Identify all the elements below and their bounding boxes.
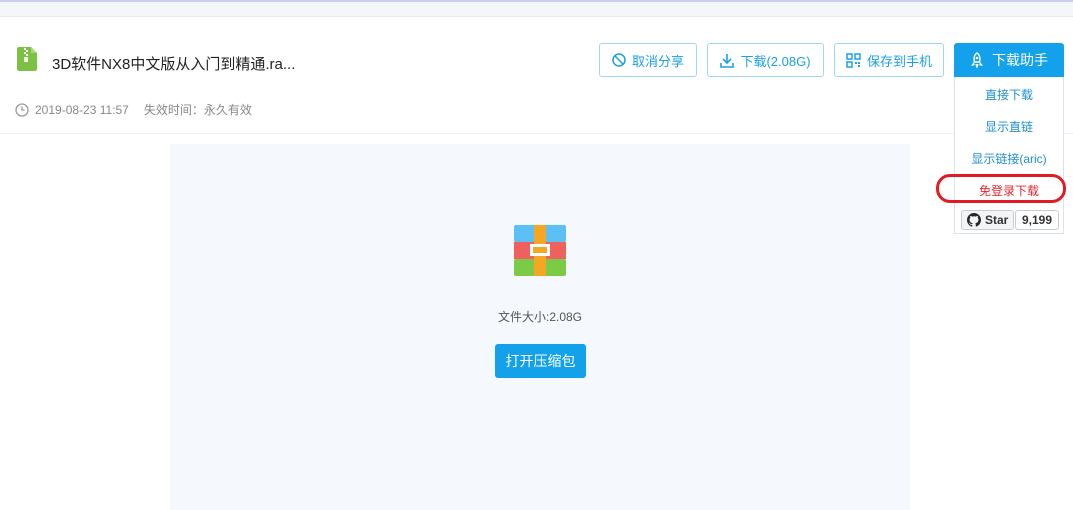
save-to-phone-label: 保存到手机	[866, 53, 932, 69]
download-icon	[720, 53, 735, 68]
menu-item-show-direct-link[interactable]: 显示直链	[955, 118, 1063, 135]
github-star-button[interactable]: Star	[961, 210, 1015, 230]
download-label: 下载(2.08G)	[740, 53, 811, 69]
menu-item-direct-download[interactable]: 直接下载	[955, 86, 1063, 103]
file-meta: 2019-08-23 11:57 失效时间：永久有效	[15, 101, 252, 118]
qrcode-icon	[846, 52, 861, 68]
top-border	[0, 0, 1073, 2]
cancel-share-label: 取消分享	[631, 53, 684, 69]
cancel-share-button[interactable]: 取消分享	[599, 43, 697, 77]
zip-file-icon	[17, 47, 37, 71]
clock-icon	[15, 102, 29, 117]
archive-icon	[514, 225, 566, 276]
github-star-count[interactable]: 9,199	[1015, 210, 1060, 230]
header-divider	[0, 133, 1073, 134]
rocket-icon	[971, 52, 983, 68]
share-date: 2019-08-23 11:57	[35, 102, 129, 117]
expiry-text: 失效时间：永久有效	[143, 103, 252, 117]
file-size-label: 文件大小:2.08G	[497, 310, 583, 324]
highlight-circle	[936, 174, 1066, 203]
download-helper-label: 下载助手	[992, 52, 1048, 68]
preview-area	[170, 144, 910, 510]
github-icon	[967, 213, 981, 227]
menu-item-show-aria-link[interactable]: 显示链接(aric)	[955, 150, 1063, 167]
save-to-phone-button[interactable]: 保存到手机	[834, 43, 944, 77]
file-title: 3D软件NX8中文版从入门到精通.ra...	[52, 56, 296, 73]
forbidden-icon	[612, 53, 626, 67]
open-archive-button[interactable]: 打开压缩包	[495, 344, 586, 378]
download-helper-button[interactable]: 下载助手	[954, 43, 1064, 77]
download-button[interactable]: 下载(2.08G)	[707, 43, 824, 77]
github-star-label: Star	[985, 213, 1009, 227]
